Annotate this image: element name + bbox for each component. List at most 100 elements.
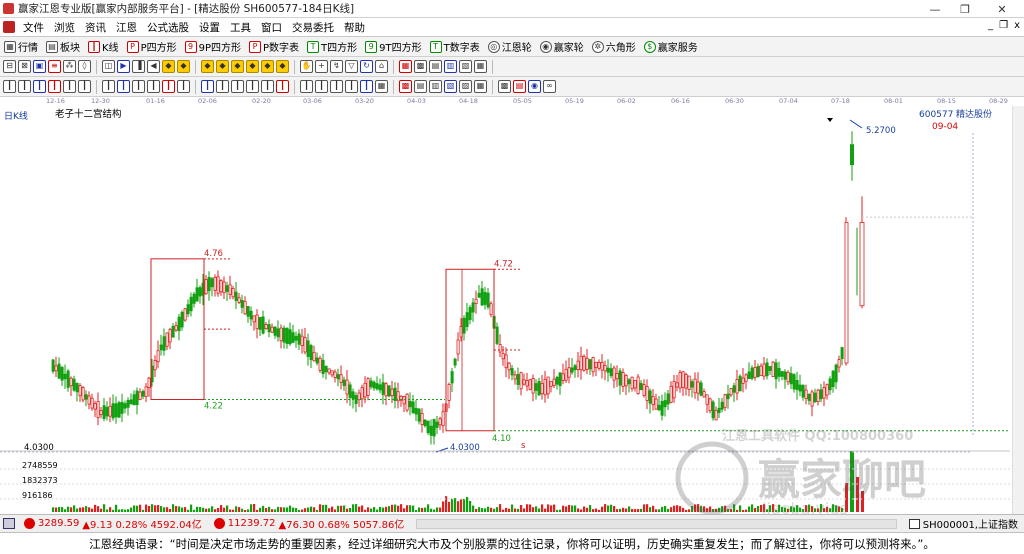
tool-button-10[interactable]: ┃	[162, 80, 175, 93]
tool-button-19[interactable]: ┃	[315, 80, 328, 93]
tool-button-29[interactable]: ▦	[474, 80, 487, 93]
tool-button-5[interactable]: ┃	[78, 80, 91, 93]
toolbar-service-button[interactable]: $ 赢家服务	[640, 38, 702, 56]
tool-button-27[interactable]: ▧	[444, 80, 457, 93]
index-selector[interactable]: SH000001,上证指数	[903, 516, 1024, 531]
tool-button-16[interactable]: ◆	[261, 60, 274, 73]
tool-button-15[interactable]: ◆	[246, 60, 259, 73]
tool-button-14[interactable]: ◆	[231, 60, 244, 73]
tool-button-3[interactable]: ┃	[48, 80, 61, 93]
grid-icon[interactable]	[3, 518, 15, 529]
tool-button-5[interactable]: ◊	[78, 60, 91, 73]
horizontal-scrollbar[interactable]	[416, 518, 897, 529]
tool-button-9[interactable]: ┃	[147, 80, 160, 93]
tool-button-11[interactable]: ◆	[177, 60, 190, 73]
tool-button-18[interactable]: ┃	[300, 80, 313, 93]
tool-button-32[interactable]: ◉	[528, 80, 541, 93]
kline-chart[interactable]: 日K线 老子十二宫结构 600577 精达股份 09-04 4.76 4.22 4.72 4.1…	[0, 106, 1024, 514]
tool-button-30[interactable]: ▩	[498, 80, 511, 93]
tool-button-3[interactable]: ≡	[48, 60, 61, 73]
tool-button-28[interactable]: ▨	[459, 80, 472, 93]
tool-button-4[interactable]: ⁂	[63, 60, 76, 73]
index-shenzhen[interactable]: 11239.72 ▲76.30 0.68% 5057.86亿	[208, 516, 411, 531]
tool-button-20[interactable]: ┃	[330, 80, 343, 93]
tool-button-12[interactable]: ┃	[201, 80, 214, 93]
close-button[interactable]: ✕	[980, 0, 1024, 18]
menu-settings[interactable]: 设置	[194, 20, 225, 35]
tool-button-15[interactable]: ┃	[246, 80, 259, 93]
toolbar-p-square-button[interactable]: P P四方形	[123, 38, 181, 56]
toolbar-hexagon-button[interactable]: ✲ 六角形	[588, 38, 640, 56]
tool-button-24[interactable]: ▦	[399, 60, 412, 73]
tool-button-22[interactable]: ┃	[360, 80, 373, 93]
tool-button-18[interactable]: ✋	[300, 60, 313, 73]
tool-button-1[interactable]: ⊠	[18, 60, 31, 73]
tool-button-2[interactable]: ┃	[33, 80, 46, 93]
menu-tools[interactable]: 工具	[225, 20, 256, 35]
tool-button-20[interactable]: ↯	[330, 60, 343, 73]
tool-button-22[interactable]: ↻	[360, 60, 373, 73]
tool-button-23[interactable]: ⌂	[375, 60, 388, 73]
tool-button-27[interactable]: ▥	[444, 60, 457, 73]
mdi-restore-button[interactable]: ❐	[999, 20, 1008, 31]
tool-button-25[interactable]: ▤	[414, 80, 427, 93]
tool-button-6[interactable]: ◫	[102, 60, 115, 73]
tool-button-19[interactable]: +	[315, 60, 328, 73]
tool-button-24[interactable]: ▩	[399, 80, 412, 93]
tool-button-28[interactable]: ▧	[459, 60, 472, 73]
toolbar-kline-button[interactable]: ┃ K线	[84, 38, 123, 56]
tool-button-29[interactable]: ▦	[474, 60, 487, 73]
tool-button-13[interactable]: ┃	[216, 80, 229, 93]
toolbar-winner-wheel-button[interactable]: ◉ 赢家轮	[536, 38, 588, 56]
tool-button-8[interactable]: ┃	[132, 80, 145, 93]
tool-button-11[interactable]: ┃	[177, 80, 190, 93]
tool-button-7[interactable]: ┃	[117, 80, 130, 93]
tool-button-17[interactable]: ◆	[276, 60, 289, 73]
tool-button-8[interactable]: ▐	[132, 60, 145, 73]
tool-button-25[interactable]: ▩	[414, 60, 427, 73]
tool-button-6[interactable]: ┃	[102, 80, 115, 93]
toolbar-p-table-button[interactable]: P P数字表	[245, 38, 303, 56]
toolbar-gann-wheel-button[interactable]: ◎ 江恩轮	[484, 38, 536, 56]
tool-button-13[interactable]: ◆	[216, 60, 229, 73]
menu-browse[interactable]: 浏览	[49, 20, 80, 35]
menu-file[interactable]: 文件	[18, 20, 49, 35]
tool-button-16[interactable]: ┃	[261, 80, 274, 93]
tool-button-23[interactable]: ▦	[375, 80, 388, 93]
restore-button[interactable]: ❐	[950, 0, 980, 18]
tool-button-26[interactable]: ▤	[429, 60, 442, 73]
toolbar-quotes-button[interactable]: ▦ 行情	[0, 38, 42, 56]
toolbar-9t-square-button[interactable]: 9 9T四方形	[361, 38, 425, 56]
toolbar-9p-square-button[interactable]: 9 9P四方形	[181, 38, 245, 56]
menu-gann[interactable]: 江恩	[111, 20, 142, 35]
tool-button-0[interactable]: ┃	[3, 80, 16, 93]
tool-button-21[interactable]: ┃	[345, 80, 358, 93]
tool-button-14[interactable]: ┃	[231, 80, 244, 93]
toolbar-t-table-button[interactable]: T T数字表	[426, 38, 484, 56]
mdi-minimize-button[interactable]: _	[988, 20, 993, 31]
tool-button-10[interactable]: ◆	[162, 60, 175, 73]
tool-button-21[interactable]: ▽	[345, 60, 358, 73]
menu-trade[interactable]: 交易委托	[287, 20, 339, 35]
minimize-button[interactable]: —	[920, 0, 950, 18]
tool-button-12[interactable]: ◆	[201, 60, 214, 73]
toolbar-t-square-button[interactable]: T T四方形	[303, 38, 361, 56]
tool-button-2[interactable]: ▣	[33, 60, 46, 73]
index-shanghai[interactable]: 3289.59 ▲9.13 0.28% 4592.04亿	[18, 516, 208, 531]
tool-button-26[interactable]: ▥	[429, 80, 442, 93]
tool-button-0[interactable]: ⊟	[3, 60, 16, 73]
tool-button-9[interactable]: ◀	[147, 60, 160, 73]
toolbar-sector-button[interactable]: ▤ 板块	[42, 38, 84, 56]
mdi-close-button[interactable]: x	[1014, 20, 1020, 31]
tool-button-4[interactable]: ┃	[63, 80, 76, 93]
tool-button-31[interactable]: ▤	[513, 80, 526, 93]
tool-button-33[interactable]: ∞	[543, 80, 556, 93]
menu-window[interactable]: 窗口	[256, 20, 287, 35]
menu-news[interactable]: 资讯	[80, 20, 111, 35]
menu-help[interactable]: 帮助	[339, 20, 370, 35]
menu-formula[interactable]: 公式选股	[142, 20, 194, 35]
tool-button-17[interactable]: ┃	[276, 80, 289, 93]
tool-button-7[interactable]: ▶	[117, 60, 130, 73]
vertical-scrollbar[interactable]	[1012, 106, 1024, 514]
tool-button-1[interactable]: ┃	[18, 80, 31, 93]
